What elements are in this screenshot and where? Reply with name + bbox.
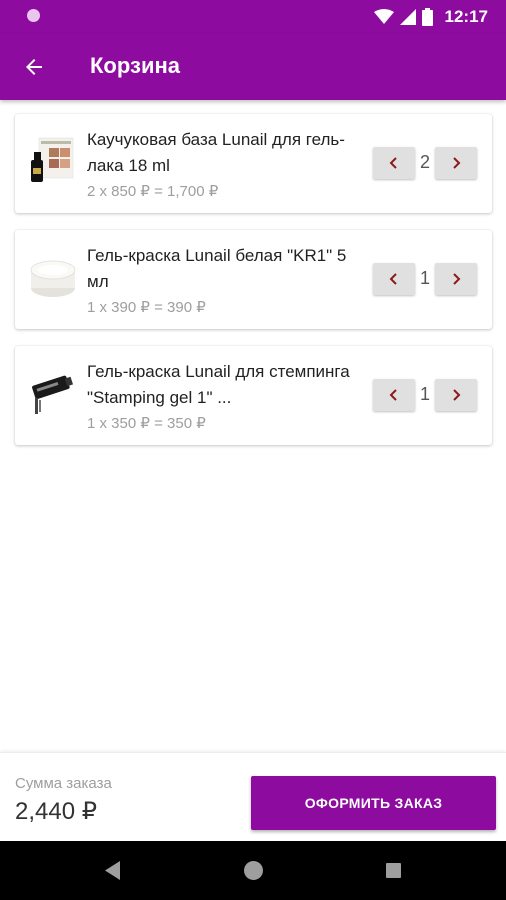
cart-list: Каучуковая база Lunail для гель-лака 18 … (15, 114, 492, 462)
stamping-gel-tube-image (32, 375, 73, 414)
decrease-quantity-button[interactable] (373, 379, 415, 411)
checkout-button[interactable]: ОФОРМИТЬ ЗАКАЗ (251, 776, 496, 830)
item-price: 1 x 390 ₽ = 390 ₽ (87, 299, 206, 316)
increase-quantity-button[interactable] (435, 147, 477, 179)
status-time: 12:17 (444, 7, 488, 26)
chevron-left-icon (389, 157, 397, 169)
quantity-value: 2 (419, 152, 430, 172)
decrease-quantity-button[interactable] (373, 147, 415, 179)
quantity-value: 1 (419, 384, 430, 404)
notification-dot-icon (27, 9, 40, 22)
chevron-right-icon (453, 389, 461, 401)
quantity-stepper: 1 (373, 379, 477, 411)
cart-item[interactable]: Каучуковая база Lunail для гель-лака 18 … (15, 114, 492, 213)
nav-recents-icon[interactable] (386, 863, 401, 878)
back-button[interactable] (18, 51, 50, 83)
chevron-left-icon (389, 389, 397, 401)
signal-icon (399, 9, 416, 25)
chevron-right-icon (453, 273, 461, 285)
cart-item[interactable]: Гель-краска Lunail для стемпинга "Stampi… (15, 346, 492, 445)
increase-quantity-button[interactable] (435, 263, 477, 295)
nav-home-icon[interactable] (244, 861, 263, 880)
cart-item[interactable]: Гель-краска Lunail белая "KR1" 5 мл 1 x … (15, 230, 492, 329)
page-title: Корзина (90, 53, 180, 78)
order-summary-footer: Сумма заказа 2,440 ₽ ОФОРМИТЬ ЗАКАЗ (0, 752, 506, 841)
nav-back-icon[interactable] (105, 861, 121, 880)
app-bar: Корзина (0, 33, 506, 100)
battery-icon (421, 8, 433, 26)
item-price: 2 x 850 ₽ = 1,700 ₽ (87, 183, 219, 200)
base-coat-product-image (31, 137, 74, 182)
wifi-icon (373, 9, 394, 24)
item-name: Гель-краска Lunail для стемпинга "Stampi… (87, 362, 350, 407)
order-sum-label: Сумма заказа (15, 775, 112, 792)
chevron-left-icon (389, 273, 397, 285)
item-name: Гель-краска Lunail белая "KR1" 5 мл (87, 246, 347, 291)
decrease-quantity-button[interactable] (373, 263, 415, 295)
quantity-stepper: 2 (373, 147, 477, 179)
chevron-right-icon (453, 157, 461, 169)
quantity-stepper: 1 (373, 263, 477, 295)
status-icons: 12:17 (373, 6, 488, 28)
quantity-value: 1 (419, 268, 430, 288)
gel-paint-jar-image (30, 260, 76, 297)
arrow-back-icon (26, 59, 42, 75)
item-name: Каучуковая база Lunail для гель-лака 18 … (87, 130, 345, 175)
increase-quantity-button[interactable] (435, 379, 477, 411)
system-navigation-bar (0, 841, 506, 900)
order-sum-value: 2,440 ₽ (15, 798, 97, 825)
item-price: 1 x 350 ₽ = 350 ₽ (87, 415, 206, 432)
status-bar: 12:17 (0, 0, 506, 33)
